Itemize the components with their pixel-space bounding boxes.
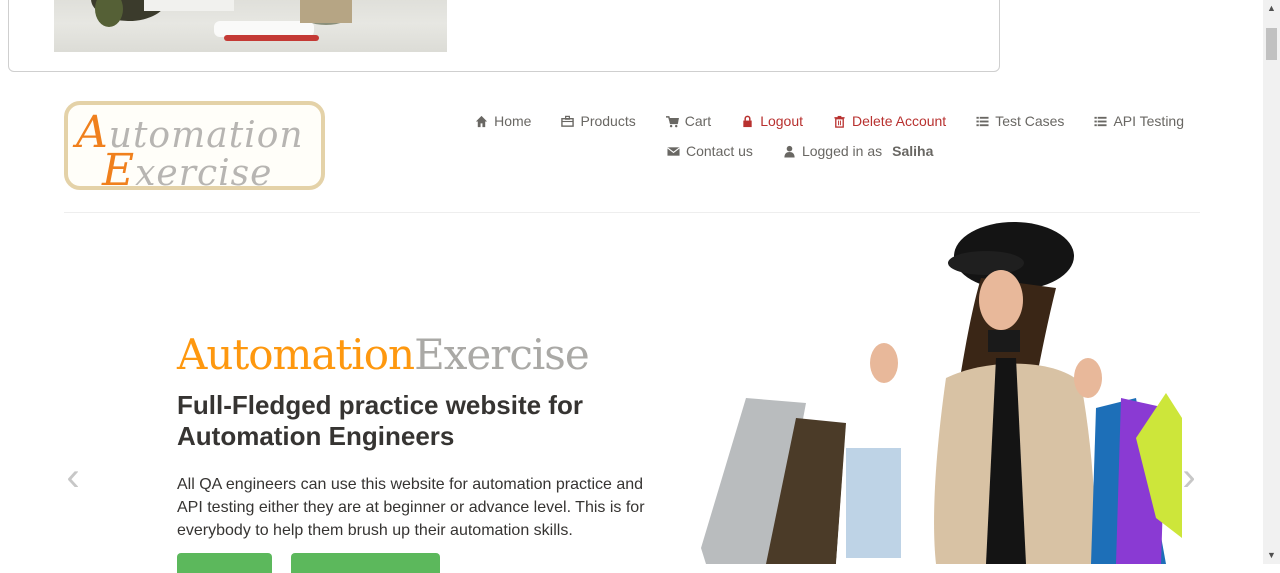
logged-in-status: Logged in as Saliha	[783, 143, 933, 159]
advertisement-card	[8, 0, 1000, 72]
main-navigation: Home Products Cart Logout Delete Account…	[440, 106, 1200, 166]
header-divider	[64, 212, 1200, 213]
logo-cap-e: E	[102, 145, 136, 196]
scroll-thumb[interactable]	[1266, 28, 1277, 60]
page-scrollbar[interactable]: ▲ ▼	[1263, 0, 1280, 564]
slide-description: All QA engineers can use this website fo…	[177, 476, 645, 539]
nav-delete-account[interactable]: Delete Account	[833, 113, 946, 129]
logo-rest-2: xercise	[135, 153, 273, 194]
user-icon	[784, 145, 795, 158]
nav-home-label: Home	[494, 113, 532, 129]
nav-test-cases[interactable]: Test Cases	[976, 113, 1064, 129]
cart-icon	[665, 115, 679, 127]
nav-contact-us-label: Contact us	[686, 143, 753, 159]
logo-line-2: Exercise	[102, 145, 272, 196]
hero-shopping-girl-image	[696, 218, 1186, 564]
nav-row-2: Contact us Logged in as Saliha	[440, 136, 1200, 166]
trash-icon	[834, 115, 845, 128]
envelope-icon	[667, 146, 680, 156]
slider-prev-arrow[interactable]: ‹	[58, 455, 88, 499]
brand-part-automation: Automation	[177, 330, 415, 379]
apis-list-button[interactable]	[291, 553, 440, 573]
nav-cart-label: Cart	[684, 113, 712, 129]
nav-test-cases-label: Test Cases	[995, 113, 1065, 129]
nav-logout[interactable]: Logout	[741, 113, 803, 129]
scroll-up-arrow-icon[interactable]: ▲	[1263, 0, 1280, 17]
brand-part-exercise: Exercise	[414, 330, 590, 379]
test-cases-button[interactable]	[177, 553, 272, 573]
nav-delete-account-label: Delete Account	[852, 113, 947, 129]
site-logo[interactable]: Automation Exercise	[64, 101, 325, 196]
nav-api-testing[interactable]: API Testing	[1094, 113, 1184, 129]
nav-row-1: Home Products Cart Logout Delete Account…	[440, 106, 1200, 136]
slide-title: Full-Fledged practice website for Automa…	[177, 390, 583, 451]
scroll-down-arrow-icon[interactable]: ▼	[1263, 547, 1280, 564]
nav-products-label: Products	[580, 113, 636, 129]
nav-api-testing-label: API Testing	[1113, 113, 1184, 129]
logged-in-username: Saliha	[892, 143, 934, 159]
lock-icon	[743, 115, 752, 127]
nav-cart[interactable]: Cart	[665, 113, 712, 129]
nav-logout-label: Logout	[760, 113, 804, 129]
briefcase-icon	[561, 115, 575, 127]
logged-in-prefix: Logged in as	[801, 143, 883, 159]
list-icon	[1094, 116, 1107, 126]
home-icon	[476, 115, 488, 127]
nav-products[interactable]: Products	[561, 113, 636, 129]
list-icon	[976, 116, 989, 126]
slide-brand-heading: AutomationExercise	[177, 330, 590, 379]
nav-home[interactable]: Home	[475, 113, 531, 129]
advertisement-image[interactable]	[54, 0, 447, 52]
nav-contact-us[interactable]: Contact us	[667, 143, 753, 159]
